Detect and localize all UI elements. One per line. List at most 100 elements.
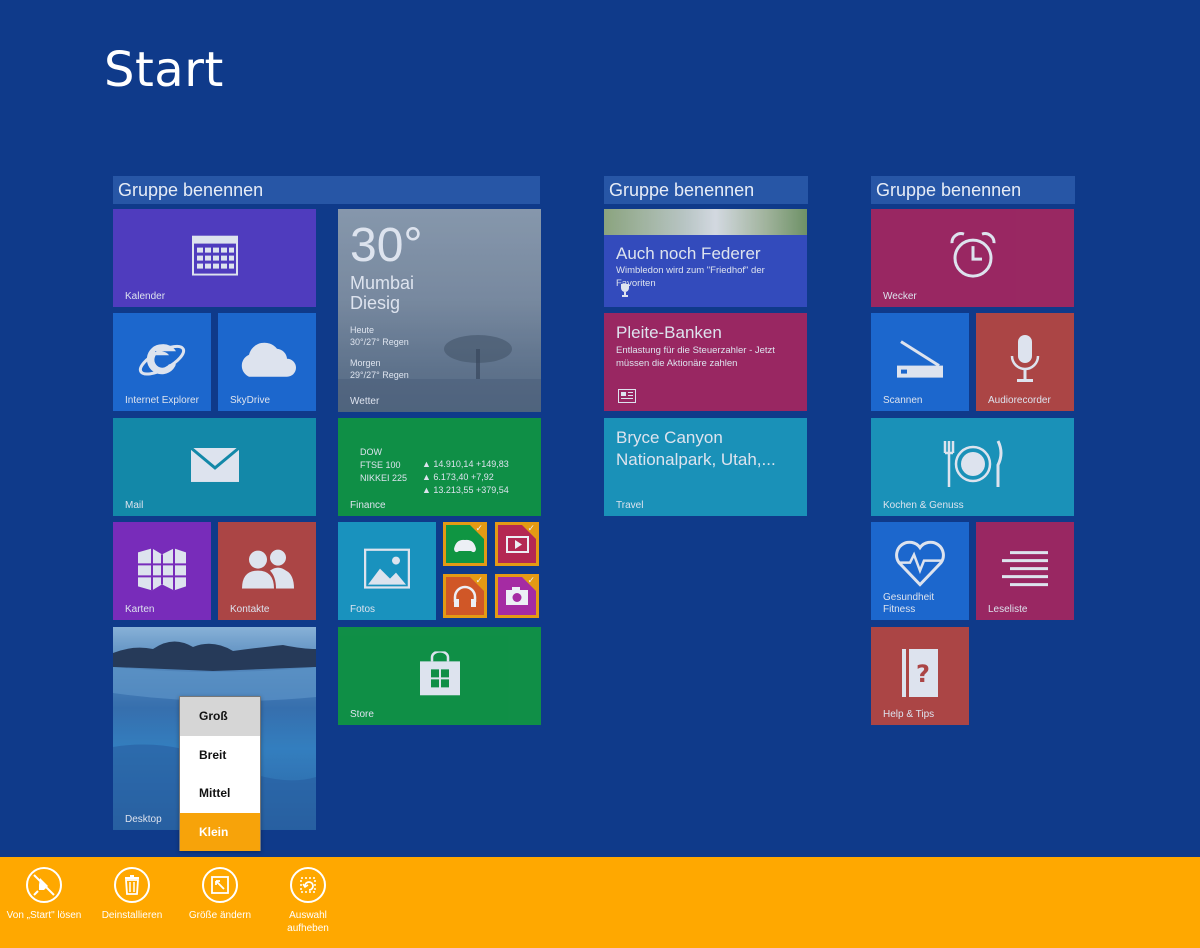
tile-audiorecorder[interactable]: Audiorecorder <box>976 313 1074 411</box>
tile-label: Fotos <box>350 604 376 615</box>
tile-label: Travel <box>616 500 644 511</box>
newspaper-icon <box>618 389 636 403</box>
news-subtitle: Entlastung für die Steuerzahler - Jetzt … <box>616 345 775 369</box>
map-icon <box>138 548 186 591</box>
store-bag-icon <box>419 651 460 696</box>
tile-label: Store <box>350 709 374 720</box>
tile-label: Kochen & Genuss <box>883 500 964 511</box>
tile-kochen-genuss[interactable]: Kochen & Genuss <box>871 418 1074 516</box>
uninstall-button[interactable]: Deinstallieren <box>82 867 182 922</box>
tile-camera-small[interactable]: ✓ <box>495 574 539 618</box>
clear-selection-button[interactable]: Auswahl aufheben <box>258 867 358 935</box>
heart-pulse-icon <box>895 540 945 587</box>
tile-label: Kalender <box>125 291 166 302</box>
calendar-icon <box>191 235 238 276</box>
tile-video-small[interactable]: ✓ <box>495 522 539 566</box>
internet-explorer-icon <box>138 344 186 376</box>
tile-label: SkyDrive <box>230 395 271 406</box>
uninstall-label: Deinstallieren <box>101 910 163 921</box>
tile-label: Internet Explorer <box>125 395 199 406</box>
travel-title-line1: Bryce Canyon <box>616 428 723 447</box>
tile-label: Wetter <box>350 396 380 407</box>
tile-kontakte[interactable]: Kontakte <box>218 522 316 620</box>
finance-index-value: ▲ 6.173,40 +7,92 <box>422 472 494 482</box>
help-book-icon: ? <box>902 649 938 697</box>
tile-news-pleite-banken[interactable]: Pleite-Banken Entlastung für die Steuerz… <box>604 313 807 411</box>
tile-label: Mail <box>125 500 144 511</box>
size-option-mittel[interactable]: Mittel <box>180 774 260 813</box>
resize-label: Größe ändern <box>188 910 252 921</box>
tile-label: Scannen <box>883 395 923 406</box>
size-option-klein[interactable]: Klein <box>180 812 260 851</box>
tile-gesundheit-fitness[interactable]: Gesundheit Fitness <box>871 522 969 620</box>
tile-games-small[interactable]: ✓ <box>443 522 487 566</box>
tile-karten[interactable]: Karten <box>113 522 211 620</box>
microphone-icon <box>1010 335 1040 382</box>
mail-icon <box>190 447 239 482</box>
checkmark-icon: ✓ <box>527 575 535 585</box>
finance-index-value: ▲ 14.910,14 +149,83 <box>422 459 509 469</box>
group-header-2[interactable]: Gruppe benennen <box>604 176 808 204</box>
weather-tomorrow-label: Morgen <box>350 358 381 368</box>
travel-title-line2: Nationalpark, Utah,... <box>616 450 776 469</box>
group-name: Gruppe benennen <box>876 180 1022 200</box>
weather-today-value: 30°/27° Regen <box>350 337 409 347</box>
tile-music-small[interactable]: ✓ <box>443 574 487 618</box>
weather-today-label: Heute <box>350 325 375 335</box>
tile-label-line2: Fitness <box>883 604 916 615</box>
clear-selection-label-line2: aufheben <box>287 923 329 934</box>
tile-label: Audiorecorder <box>988 395 1051 406</box>
page-title: Start <box>104 42 224 98</box>
tile-skydrive[interactable]: SkyDrive <box>218 313 316 411</box>
scanner-icon <box>897 340 943 378</box>
tile-store[interactable]: Store <box>338 627 541 725</box>
tile-mail[interactable]: Mail <box>113 418 316 516</box>
group-header-3[interactable]: Gruppe benennen <box>871 176 1075 204</box>
checkmark-icon: ✓ <box>475 575 483 585</box>
news-photo <box>604 209 807 235</box>
svg-text:?: ? <box>916 660 930 688</box>
plate-cutlery-icon <box>943 440 1002 487</box>
unpin-label: Von „Start" lösen <box>6 910 82 921</box>
weather-tomorrow-value: 29°/27° Regen <box>350 370 409 380</box>
resize-icon <box>202 867 238 903</box>
size-option-breit[interactable]: Breit <box>180 736 260 775</box>
trash-icon <box>114 867 150 903</box>
news-title: Auch noch Federer <box>616 244 761 263</box>
tile-scannen[interactable]: Scannen <box>871 313 969 411</box>
tile-leseliste[interactable]: Leseliste <box>976 522 1074 620</box>
tile-wetter[interactable]: 30° Mumbai Diesig Heute 30°/27° Regen Mo… <box>338 209 541 412</box>
tile-label-line1: Gesundheit <box>883 592 935 603</box>
unpin-button[interactable]: Von „Start" lösen <box>0 867 94 922</box>
clear-selection-label-line1: Auswahl <box>289 910 327 921</box>
cloud-icon <box>241 342 296 377</box>
clear-selection-icon <box>290 867 326 903</box>
tile-wecker[interactable]: Wecker <box>871 209 1074 307</box>
tile-finance[interactable]: DOW ▲ 14.910,14 +149,83 FTSE 100 ▲ 6.173… <box>338 418 541 516</box>
weather-temperature: 30° <box>350 219 423 272</box>
group-name: Gruppe benennen <box>609 180 755 200</box>
tile-help-tips[interactable]: ? Help & Tips <box>871 627 969 725</box>
tile-kalender[interactable]: Kalender <box>113 209 316 307</box>
size-option-gross[interactable]: Groß <box>180 697 260 736</box>
group-header-1[interactable]: Gruppe benennen <box>113 176 540 204</box>
tile-travel[interactable]: Bryce Canyon Nationalpark, Utah,... Trav… <box>604 418 807 516</box>
app-bar: Von „Start" lösen Deinstallieren Größe ä… <box>0 857 1200 948</box>
resize-button[interactable]: Größe ändern <box>170 867 270 922</box>
tile-label: Help & Tips <box>883 709 935 720</box>
alarm-clock-icon <box>950 232 995 278</box>
reading-list-icon <box>1002 551 1048 587</box>
checkmark-icon: ✓ <box>527 523 535 533</box>
people-icon <box>242 549 294 589</box>
tile-label: Finance <box>350 500 386 511</box>
tile-label: Leseliste <box>988 604 1028 615</box>
finance-index-name: NIKKEI 225 <box>360 473 408 483</box>
unpin-icon <box>26 867 62 903</box>
weather-condition: Diesig <box>350 293 401 313</box>
tile-news-federer[interactable]: Auch noch Federer Wimbledon wird zum "Fr… <box>604 209 807 307</box>
news-title: Pleite-Banken <box>616 323 722 342</box>
checkmark-icon: ✓ <box>475 523 483 533</box>
finance-index-value: ▲ 13.213,55 +379,54 <box>422 485 509 495</box>
tile-fotos[interactable]: Fotos <box>338 522 436 620</box>
tile-internet-explorer[interactable]: Internet Explorer <box>113 313 211 411</box>
